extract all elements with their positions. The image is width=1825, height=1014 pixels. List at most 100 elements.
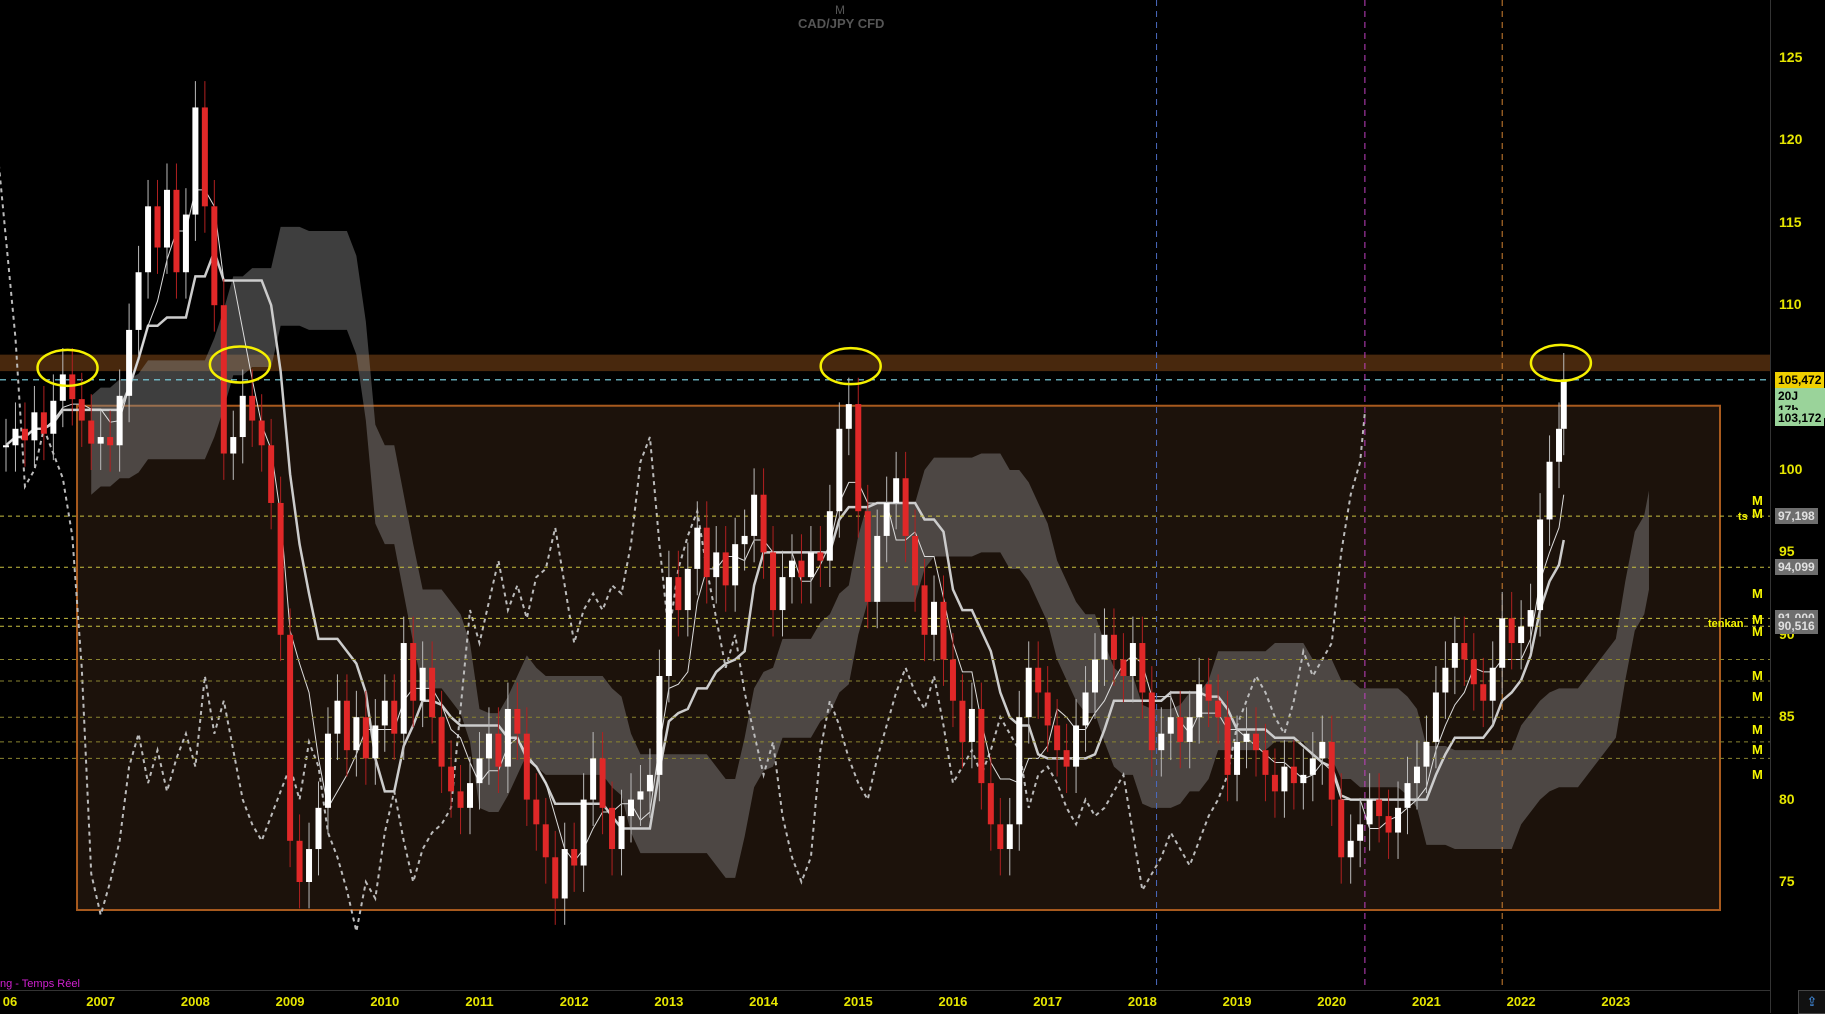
candle-bear bbox=[1470, 659, 1477, 685]
y-tick-label: 100 bbox=[1779, 461, 1803, 477]
candle-bull bbox=[1167, 717, 1174, 734]
candle-bear bbox=[864, 511, 871, 602]
candle-bear bbox=[542, 824, 549, 858]
candle-bull bbox=[116, 395, 123, 446]
candle-bear bbox=[1262, 750, 1269, 775]
candle-bear bbox=[959, 700, 966, 742]
level-marker: M bbox=[1752, 668, 1763, 683]
candle-bull bbox=[713, 552, 720, 578]
candle-bear bbox=[1215, 700, 1222, 718]
candle-bear bbox=[571, 849, 578, 866]
candle-bear bbox=[448, 766, 455, 792]
candle-bear bbox=[1110, 634, 1117, 660]
candle-bull bbox=[845, 404, 852, 429]
candle-bear bbox=[410, 643, 417, 701]
candle-bull bbox=[665, 577, 672, 676]
candle-bear bbox=[1063, 750, 1070, 767]
candle-bull bbox=[192, 107, 199, 215]
candle-bull bbox=[126, 329, 133, 396]
time-axis[interactable]: 06 2007 2008 2009 2010 2011 2012 2013 2014 2015 20… bbox=[0, 990, 1770, 1014]
line-label: ts bbox=[1738, 510, 1748, 523]
candle-bull bbox=[1300, 774, 1307, 784]
price-chart[interactable] bbox=[0, 0, 1770, 990]
candle-bull bbox=[1006, 824, 1013, 850]
candle-bull bbox=[836, 428, 843, 512]
candle-bull bbox=[400, 643, 407, 734]
candle-bull bbox=[931, 601, 938, 635]
candle-bull bbox=[637, 791, 644, 800]
candle-bear bbox=[78, 399, 85, 421]
candle-bull bbox=[874, 535, 881, 602]
price-label: 105,472 bbox=[1775, 371, 1825, 388]
candle-bear bbox=[855, 404, 862, 512]
candle-bull bbox=[1527, 610, 1534, 627]
candle-bull bbox=[3, 445, 9, 448]
candle-bull bbox=[1309, 758, 1316, 775]
candle-bull bbox=[1129, 643, 1136, 676]
x-tick-label: 2014 bbox=[749, 994, 779, 1009]
candle-bear bbox=[88, 420, 95, 444]
candle-bear bbox=[1461, 643, 1468, 660]
candle-bull bbox=[1357, 824, 1364, 841]
candle-bear bbox=[1290, 766, 1297, 784]
y-tick-label: 115 bbox=[1779, 213, 1802, 230]
candle-bull bbox=[97, 437, 104, 444]
candle-bear bbox=[514, 708, 521, 734]
candle-bull bbox=[590, 758, 597, 800]
candle-bear bbox=[1035, 667, 1042, 693]
x-tick-label: 2021 bbox=[1411, 994, 1441, 1009]
x-tick-label: 06 bbox=[2, 994, 18, 1009]
candle-bull bbox=[656, 676, 663, 775]
candle-bear bbox=[817, 552, 824, 561]
candle-bear bbox=[760, 494, 767, 553]
candle-bear bbox=[722, 552, 729, 586]
candle-bear bbox=[1044, 692, 1051, 726]
candle-bull bbox=[627, 799, 634, 817]
candle-bear bbox=[1139, 643, 1146, 693]
candle-bear bbox=[40, 412, 47, 434]
x-tick-label: 2020 bbox=[1317, 994, 1347, 1009]
candle-bull bbox=[12, 428, 19, 446]
x-tick-label: 2007 bbox=[86, 994, 116, 1009]
x-tick-label: 2011 bbox=[465, 994, 494, 1009]
candle-bull bbox=[50, 400, 57, 434]
candle-bear bbox=[1480, 684, 1487, 701]
price-label: 94,099 bbox=[1775, 559, 1818, 576]
price-label: 97,198 bbox=[1775, 508, 1818, 525]
scroll-to-latest-button[interactable]: ⇪ bbox=[1798, 990, 1825, 1014]
candle-bull bbox=[419, 667, 426, 701]
candle-bear bbox=[1328, 741, 1335, 800]
candle-bull bbox=[1158, 733, 1165, 751]
candle-bull bbox=[1319, 741, 1326, 759]
candle-bull bbox=[1243, 733, 1250, 742]
candle-bull bbox=[1025, 667, 1032, 718]
level-marker: M bbox=[1752, 585, 1763, 601]
candle-bull bbox=[1518, 626, 1525, 644]
candle-bull bbox=[353, 717, 360, 751]
candle-bull bbox=[1560, 379, 1567, 429]
candle-bear bbox=[703, 527, 710, 578]
feed-status: ng - Temps Réel bbox=[0, 978, 80, 990]
x-tick-label: 2016 bbox=[938, 994, 968, 1009]
candle-bear bbox=[1376, 799, 1383, 817]
x-tick-label: 2019 bbox=[1222, 994, 1252, 1009]
candle-bull bbox=[1082, 692, 1089, 726]
y-tick-label: 75 bbox=[1779, 873, 1795, 889]
candle-bull bbox=[788, 560, 795, 578]
candle-bear bbox=[609, 807, 616, 850]
candle-bull bbox=[1073, 725, 1080, 767]
x-tick-label: 2013 bbox=[654, 994, 684, 1009]
candle-bull bbox=[230, 437, 237, 454]
candle-bull bbox=[324, 733, 331, 808]
candle-bear bbox=[1224, 717, 1231, 775]
candle-bull bbox=[684, 568, 691, 611]
x-tick-label: 2015 bbox=[843, 994, 873, 1009]
candle-bear bbox=[391, 700, 398, 734]
price-label: 103,172 bbox=[1775, 409, 1825, 426]
candle-bull bbox=[826, 511, 833, 561]
candle-bull bbox=[561, 849, 568, 899]
candle-bear bbox=[495, 733, 502, 767]
price-axis[interactable]: 7580859095100105110115120125 bbox=[1770, 0, 1825, 1013]
y-tick-label: 120 bbox=[1779, 131, 1803, 148]
candle-bear bbox=[675, 577, 682, 611]
